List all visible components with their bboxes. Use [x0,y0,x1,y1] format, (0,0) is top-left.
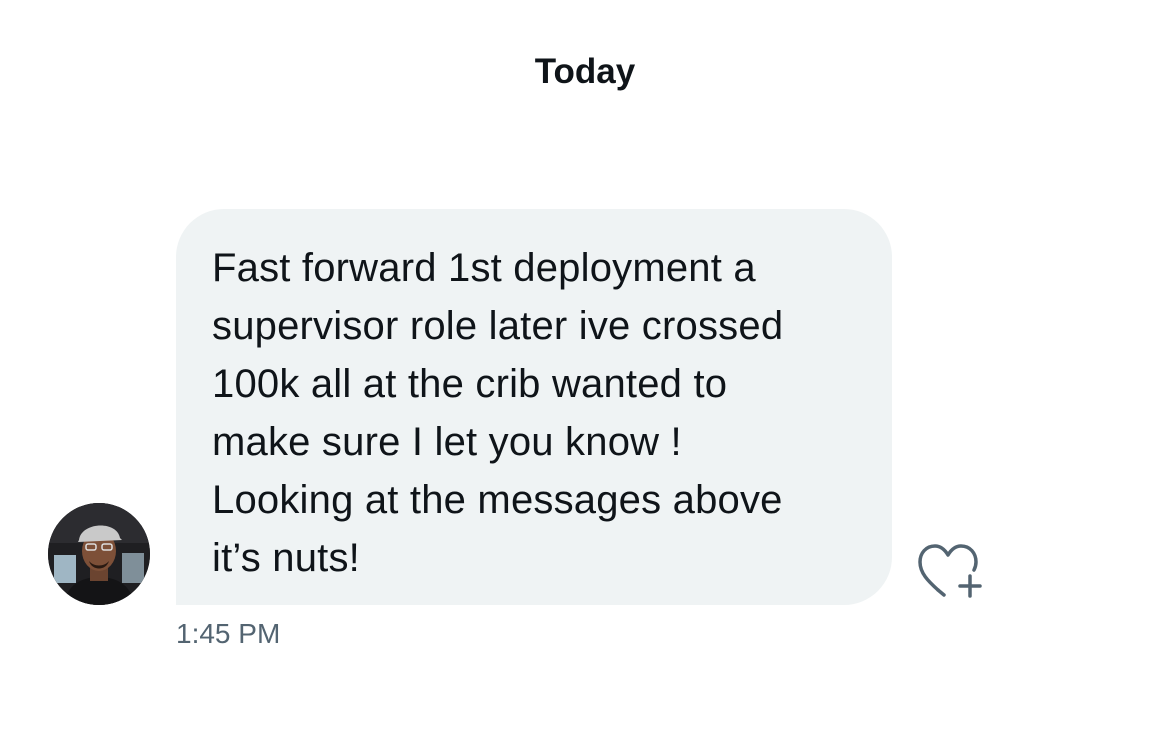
message-bubble[interactable]: Fast forward 1st deployment a supervisor… [176,209,892,605]
avatar-image [48,503,150,605]
date-header: Today [534,52,636,91]
message-timestamp: 1:45 PM [176,618,281,649]
sender-avatar[interactable] [48,503,150,605]
add-reaction-button[interactable] [914,536,990,602]
heart-add-icon [918,544,982,598]
message-text: Fast forward 1st deployment a supervisor… [212,246,784,580]
